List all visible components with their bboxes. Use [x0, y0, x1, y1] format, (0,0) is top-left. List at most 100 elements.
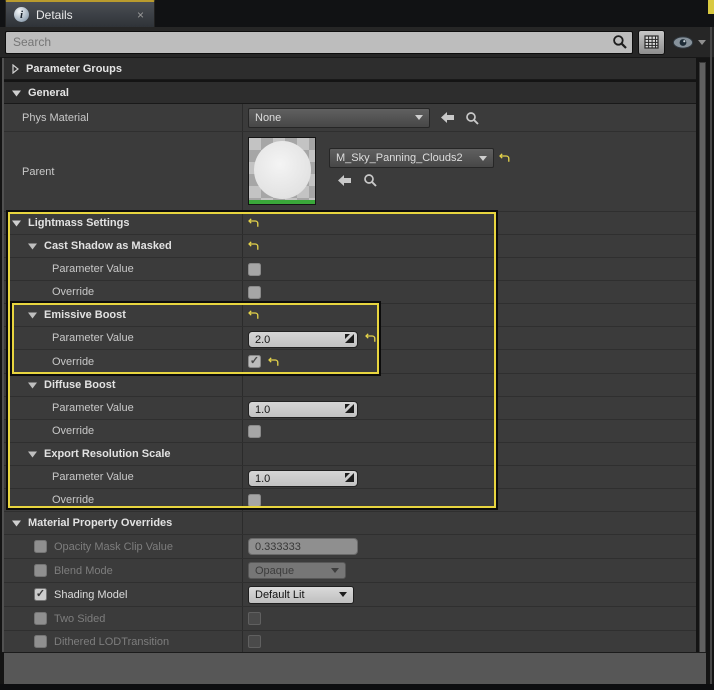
chevron-down-icon [479, 155, 487, 161]
panel-bottom-edge [0, 684, 714, 690]
property-label: Override [52, 355, 95, 368]
export-value-input[interactable] [248, 470, 358, 487]
expander-expanded-icon [12, 90, 21, 96]
value-slider-icon[interactable] [345, 403, 354, 413]
row-emissive-parameter-value: Parameter Value [4, 327, 696, 350]
parent-material-thumbnail[interactable] [248, 137, 316, 205]
use-selected-icon[interactable] [338, 174, 352, 187]
details-panel: i Details × Parameter Grou [0, 0, 714, 690]
view-options-button[interactable] [670, 35, 708, 49]
reset-to-default-icon[interactable] [248, 218, 259, 228]
enable-override-checkbox[interactable] [34, 540, 47, 553]
property-matrix-button[interactable] [638, 29, 665, 55]
reset-to-default-icon[interactable] [365, 333, 376, 343]
row-diffuse-boost[interactable]: Diffuse Boost [4, 374, 696, 397]
row-phys-material: Phys Material None [4, 104, 696, 132]
property-label: Override [52, 494, 95, 506]
expander-expanded-icon [28, 312, 37, 319]
expander-expanded-icon [28, 243, 37, 250]
expander-expanded-icon [12, 520, 21, 527]
tab-bar: i Details × [0, 0, 714, 27]
property-label: Parameter Value [52, 332, 134, 344]
row-export-override: Override [4, 489, 696, 512]
category-general[interactable]: General [4, 82, 696, 104]
chevron-down-icon [698, 39, 706, 45]
info-icon: i [14, 7, 29, 22]
reset-to-default-icon[interactable] [248, 241, 259, 251]
property-label: Dithered LODTransition [54, 635, 170, 648]
property-label: Override [52, 286, 95, 298]
panel-right-edge [710, 27, 712, 684]
row-export-parameter-value: Parameter Value [4, 466, 696, 489]
override-checkbox[interactable] [248, 424, 261, 438]
row-opacity-mask-clip-value: Opacity Mask Clip Value [4, 535, 696, 559]
opacity-mask-clip-input [248, 538, 358, 555]
emissive-value-input[interactable] [248, 331, 358, 348]
property-label: Parent [22, 165, 55, 178]
row-blend-mode: Blend Mode Opaque [4, 559, 696, 583]
row-material-property-overrides[interactable]: Material Property Overrides [4, 512, 696, 535]
row-parent: Parent M_Sky_Panning_Clouds2 [4, 132, 696, 212]
property-label: Shading Model [54, 588, 128, 601]
enable-override-checkbox[interactable] [34, 588, 47, 601]
shading-model-dropdown[interactable]: Default Lit [248, 585, 354, 604]
details-content: Parameter Groups General Phys Material N… [4, 58, 696, 653]
search-input[interactable] [5, 30, 633, 54]
browse-icon[interactable] [363, 173, 377, 187]
dithered-lod-checkbox [248, 635, 261, 648]
eye-icon [672, 35, 694, 49]
details-toolbar [0, 27, 714, 58]
value-slider-icon[interactable] [345, 472, 354, 482]
phys-material-dropdown[interactable]: None [248, 107, 430, 128]
dropdown-value: M_Sky_Panning_Clouds2 [336, 152, 463, 164]
reset-to-default-icon[interactable] [268, 356, 279, 367]
override-checkbox[interactable] [248, 493, 261, 507]
parent-dropdown[interactable]: M_Sky_Panning_Clouds2 [329, 148, 494, 168]
browse-icon[interactable] [465, 111, 479, 125]
use-selected-icon[interactable] [441, 111, 455, 124]
property-label: Parameter Value [52, 263, 134, 275]
row-export-resolution-scale[interactable]: Export Resolution Scale [4, 443, 696, 466]
property-label: Opacity Mask Clip Value [54, 540, 174, 553]
row-cast-shadow-as-masked[interactable]: Cast Shadow as Masked [4, 235, 696, 258]
category-title: Parameter Groups [26, 62, 122, 75]
subcategory-title: Emissive Boost [44, 309, 126, 321]
override-checkbox[interactable] [248, 285, 261, 299]
row-emissive-boost[interactable]: Emissive Boost [4, 304, 696, 327]
enable-override-checkbox[interactable] [34, 635, 47, 648]
reset-to-default-icon[interactable] [248, 310, 259, 320]
property-label: Two Sided [54, 612, 106, 625]
dropdown-value: None [255, 111, 282, 124]
override-checkbox[interactable] [248, 355, 261, 368]
subcategory-title: Cast Shadow as Masked [44, 240, 172, 252]
reset-to-default-icon[interactable] [499, 153, 510, 163]
panel-left-edge [2, 58, 4, 652]
row-dithered-lod-transition: Dithered LODTransition [4, 631, 696, 653]
dropdown-value: Opaque [255, 564, 295, 577]
chevron-down-icon [415, 115, 423, 120]
subcategory-title: Export Resolution Scale [44, 448, 171, 460]
category-parameter-groups[interactable]: Parameter Groups [4, 58, 696, 80]
enable-override-checkbox[interactable] [34, 564, 47, 577]
expander-expanded-icon [28, 382, 37, 389]
asset-color-bar [249, 200, 315, 204]
value-slider-icon[interactable] [345, 333, 354, 343]
subcategory-title: Diffuse Boost [44, 379, 116, 391]
chevron-down-icon [331, 568, 339, 573]
expander-collapsed-icon [12, 63, 19, 74]
row-diffuse-override: Override [4, 420, 696, 443]
category-title: Lightmass Settings [28, 217, 130, 229]
vertical-scrollbar[interactable] [699, 62, 706, 684]
expander-expanded-icon [12, 220, 21, 227]
property-label: Blend Mode [54, 564, 113, 577]
row-lightmass-settings[interactable]: Lightmass Settings [4, 212, 696, 235]
chevron-down-icon [339, 592, 347, 597]
search-icon [612, 34, 628, 50]
enable-override-checkbox[interactable] [34, 612, 47, 625]
close-icon[interactable]: × [135, 8, 146, 22]
diffuse-value-input[interactable] [248, 401, 358, 418]
row-cast-shadow-parameter-value: Parameter Value [4, 258, 696, 281]
material-sphere-preview [254, 141, 311, 199]
tab-details[interactable]: i Details × [5, 0, 155, 27]
parameter-value-checkbox[interactable] [248, 262, 261, 276]
